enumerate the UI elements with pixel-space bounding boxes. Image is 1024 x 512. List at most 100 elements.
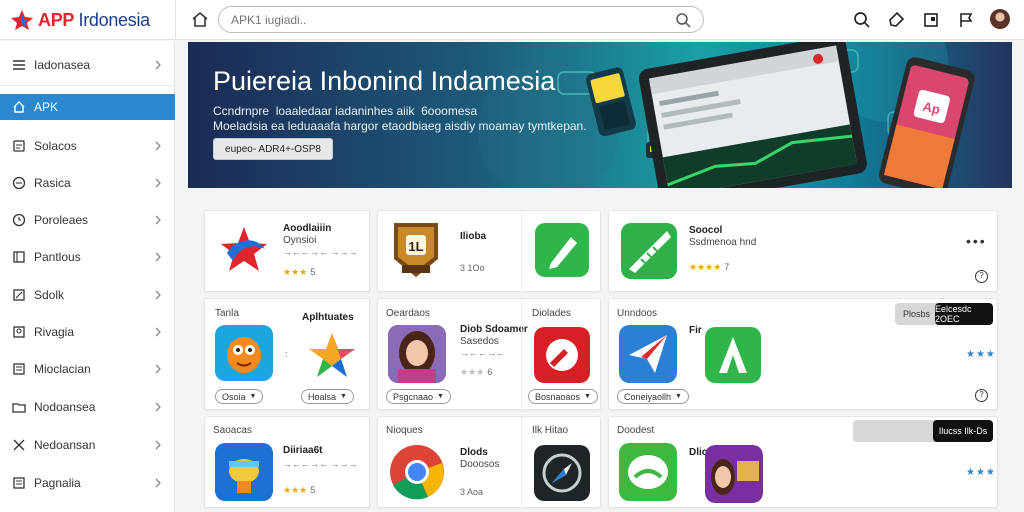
flag-icon[interactable] bbox=[957, 11, 975, 29]
app-icon-10[interactable] bbox=[705, 327, 761, 383]
app-card-4[interactable]: Tanla Aplhtuates : Osoia ▼ Hoalsa ▼ bbox=[204, 298, 370, 410]
sidebar-item-11[interactable]: Pagnalia bbox=[0, 470, 175, 496]
app-icon-12[interactable] bbox=[388, 443, 446, 501]
app-card-7[interactable]: Saoacas Diiriaa6t →←←→← →→→ ★★★ 5 bbox=[204, 416, 370, 508]
app-card-5[interactable]: Oeardaos Diolades Diob Sdoamer Sasedos →… bbox=[377, 298, 601, 411]
chevron-right-icon bbox=[155, 402, 161, 412]
app-card-8-subtitle: Dooosos bbox=[460, 459, 500, 470]
app-card-1-title: Aoodlaiiin bbox=[283, 223, 332, 234]
app-card-2[interactable]: 1L Ilioba 3 1Oo bbox=[377, 210, 601, 293]
app-card-7-title: Diiriaa6t bbox=[283, 445, 323, 456]
home-icon[interactable] bbox=[190, 10, 210, 30]
shield-badge-icon: 1L bbox=[394, 223, 438, 277]
banner-subtitle-1: Ccndrnpre loaaledaar iadaninhes aiik 6oo… bbox=[213, 104, 478, 118]
app-card-3[interactable]: Soocol Ssdmenoa hnd ★★★★ 7 ••• ? bbox=[608, 210, 998, 292]
home-icon bbox=[13, 101, 25, 113]
separator-dot: : bbox=[285, 349, 288, 359]
app-card-8[interactable]: Nioques Ilk Hitao Dlods Dooosos 3 Aoa bbox=[377, 416, 601, 509]
edit-icon bbox=[13, 289, 25, 301]
sidebar: Iadonasea APK Solacos Rasica Poroleaes P… bbox=[0, 41, 175, 512]
app-card-8-label-1: Nioques bbox=[386, 425, 423, 436]
app-card-4-label-1: Tanla bbox=[215, 308, 239, 319]
app-card-5-meta: →←←→← bbox=[460, 348, 505, 358]
menu-icon bbox=[13, 60, 25, 70]
sidebar-item-2[interactable]: Solacos bbox=[0, 133, 175, 159]
app-icon-14[interactable] bbox=[619, 443, 677, 501]
color-star-icon bbox=[309, 333, 355, 377]
sidebar-item-10[interactable]: Nedoansan bbox=[0, 432, 175, 458]
app-icon-6[interactable] bbox=[305, 331, 359, 381]
window-icon[interactable] bbox=[922, 11, 940, 29]
help-icon[interactable]: ? bbox=[975, 270, 988, 283]
sidebar-item-label: Nedoansan bbox=[34, 438, 96, 452]
app-card-4-label-2: Aplhtuates bbox=[302, 312, 354, 323]
tag-icon[interactable] bbox=[887, 11, 905, 29]
monster-icon bbox=[227, 337, 261, 373]
app-card-6-dropdown[interactable]: Coneiyaollh ▼ bbox=[617, 389, 689, 404]
banner-cta-button[interactable]: eupeo- ADR4+-OSP8 bbox=[213, 138, 333, 160]
app-icon-15[interactable] bbox=[705, 445, 763, 503]
app-card-5-dropdown-1[interactable]: Psgcnaao ▼ bbox=[386, 389, 451, 404]
app-logo[interactable]: APP Irdonesia bbox=[10, 7, 170, 33]
more-options-icon[interactable]: ••• bbox=[966, 233, 987, 249]
sidebar-item-6[interactable]: Sdolk bbox=[0, 282, 175, 308]
app-icon-7[interactable] bbox=[388, 325, 446, 383]
chevron-right-icon bbox=[155, 215, 161, 225]
list-icon bbox=[13, 477, 25, 489]
chevron-down-icon: ▼ bbox=[249, 393, 257, 400]
app-icon-11[interactable] bbox=[215, 443, 273, 501]
app-card-1-meta: →←←→← →→→ bbox=[283, 247, 358, 257]
sidebar-item-8[interactable]: Mioclacian bbox=[0, 356, 175, 382]
search-bar[interactable] bbox=[218, 6, 704, 33]
app-card-1-subtitle: Oynsioi bbox=[283, 235, 317, 246]
app-card-6-primary-button[interactable]: Eelcesdc 2OEC bbox=[935, 303, 993, 325]
sidebar-item-7[interactable]: Rivagia bbox=[0, 319, 175, 345]
app-icon-3[interactable] bbox=[535, 223, 589, 277]
swirl-star-icon bbox=[221, 227, 267, 271]
app-icon-5[interactable] bbox=[215, 325, 273, 381]
compass-icon bbox=[534, 445, 590, 501]
clock-icon bbox=[12, 213, 26, 227]
user-avatar[interactable] bbox=[990, 9, 1010, 29]
chevron-down-icon: ▼ bbox=[584, 393, 591, 400]
sidebar-item-0[interactable]: Iadonasea bbox=[0, 52, 175, 78]
top-bar: APP Irdonesia bbox=[0, 0, 1024, 40]
app-card-4-dropdown-1[interactable]: Osoia ▼ bbox=[215, 389, 264, 404]
app-icon-9[interactable] bbox=[619, 325, 677, 383]
app-card-5-dropdown-2[interactable]: Bosnaoaos ▼ bbox=[528, 389, 598, 404]
app-card-6[interactable]: Unndoos Plosbs Eelcesdc 2OEC Fir ★★★ Con… bbox=[608, 298, 998, 410]
app-icon-8[interactable] bbox=[534, 327, 590, 383]
app-card-2-title: Ilioba bbox=[460, 231, 487, 242]
sidebar-divider bbox=[0, 85, 175, 86]
app-icon-13[interactable] bbox=[534, 445, 590, 501]
app-card-9-primary-button[interactable]: Ilucss Ilk-Ds bbox=[933, 420, 993, 442]
app-icon-2[interactable]: 1L bbox=[388, 219, 444, 281]
chat-bubble-icon bbox=[628, 455, 668, 489]
app-card-7-label: Saoacas bbox=[213, 425, 252, 436]
sidebar-item-3[interactable]: Rasica bbox=[0, 170, 175, 196]
letter-a-icon bbox=[719, 337, 747, 373]
app-card-3-subtitle: Ssdmenoa hnd bbox=[689, 237, 757, 248]
logo-star-icon bbox=[11, 10, 33, 30]
sidebar-item-label: Sdolk bbox=[34, 288, 65, 302]
app-card-9[interactable]: Doodest Ilucss Ilk-Ds Dlio ★★★ bbox=[608, 416, 998, 508]
app-card-1[interactable]: Aoodlaiiin Oynsioi →←←→← →→→ ★★★ 5 bbox=[204, 210, 370, 292]
help-icon[interactable]: ? bbox=[975, 389, 988, 402]
sidebar-item-label: Solacos bbox=[34, 139, 77, 153]
chevron-down-icon: ▼ bbox=[437, 393, 444, 400]
app-card-9-secondary-button[interactable] bbox=[853, 420, 943, 442]
sidebar-item-5[interactable]: Pantlous bbox=[0, 244, 175, 270]
search-icon[interactable] bbox=[675, 12, 691, 28]
hero-banner[interactable]: Ap Puiereia Inbonind Indamesia Ccndrnpre… bbox=[188, 42, 1012, 188]
app-icon-4[interactable] bbox=[621, 223, 677, 279]
search-icon[interactable] bbox=[853, 11, 871, 29]
app-icon-1[interactable] bbox=[215, 221, 273, 279]
chevron-right-icon bbox=[155, 178, 161, 188]
app-card-4-dropdown-2[interactable]: Hoalsa ▼ bbox=[301, 389, 354, 404]
character-icon bbox=[229, 459, 259, 493]
search-input[interactable] bbox=[231, 12, 651, 28]
sidebar-item-4[interactable]: Poroleaes bbox=[0, 207, 175, 233]
app-card-8-label-2: Ilk Hitao bbox=[532, 425, 569, 436]
sidebar-item-1[interactable]: APK bbox=[0, 94, 175, 120]
sidebar-item-9[interactable]: Nodoansea bbox=[0, 394, 175, 420]
